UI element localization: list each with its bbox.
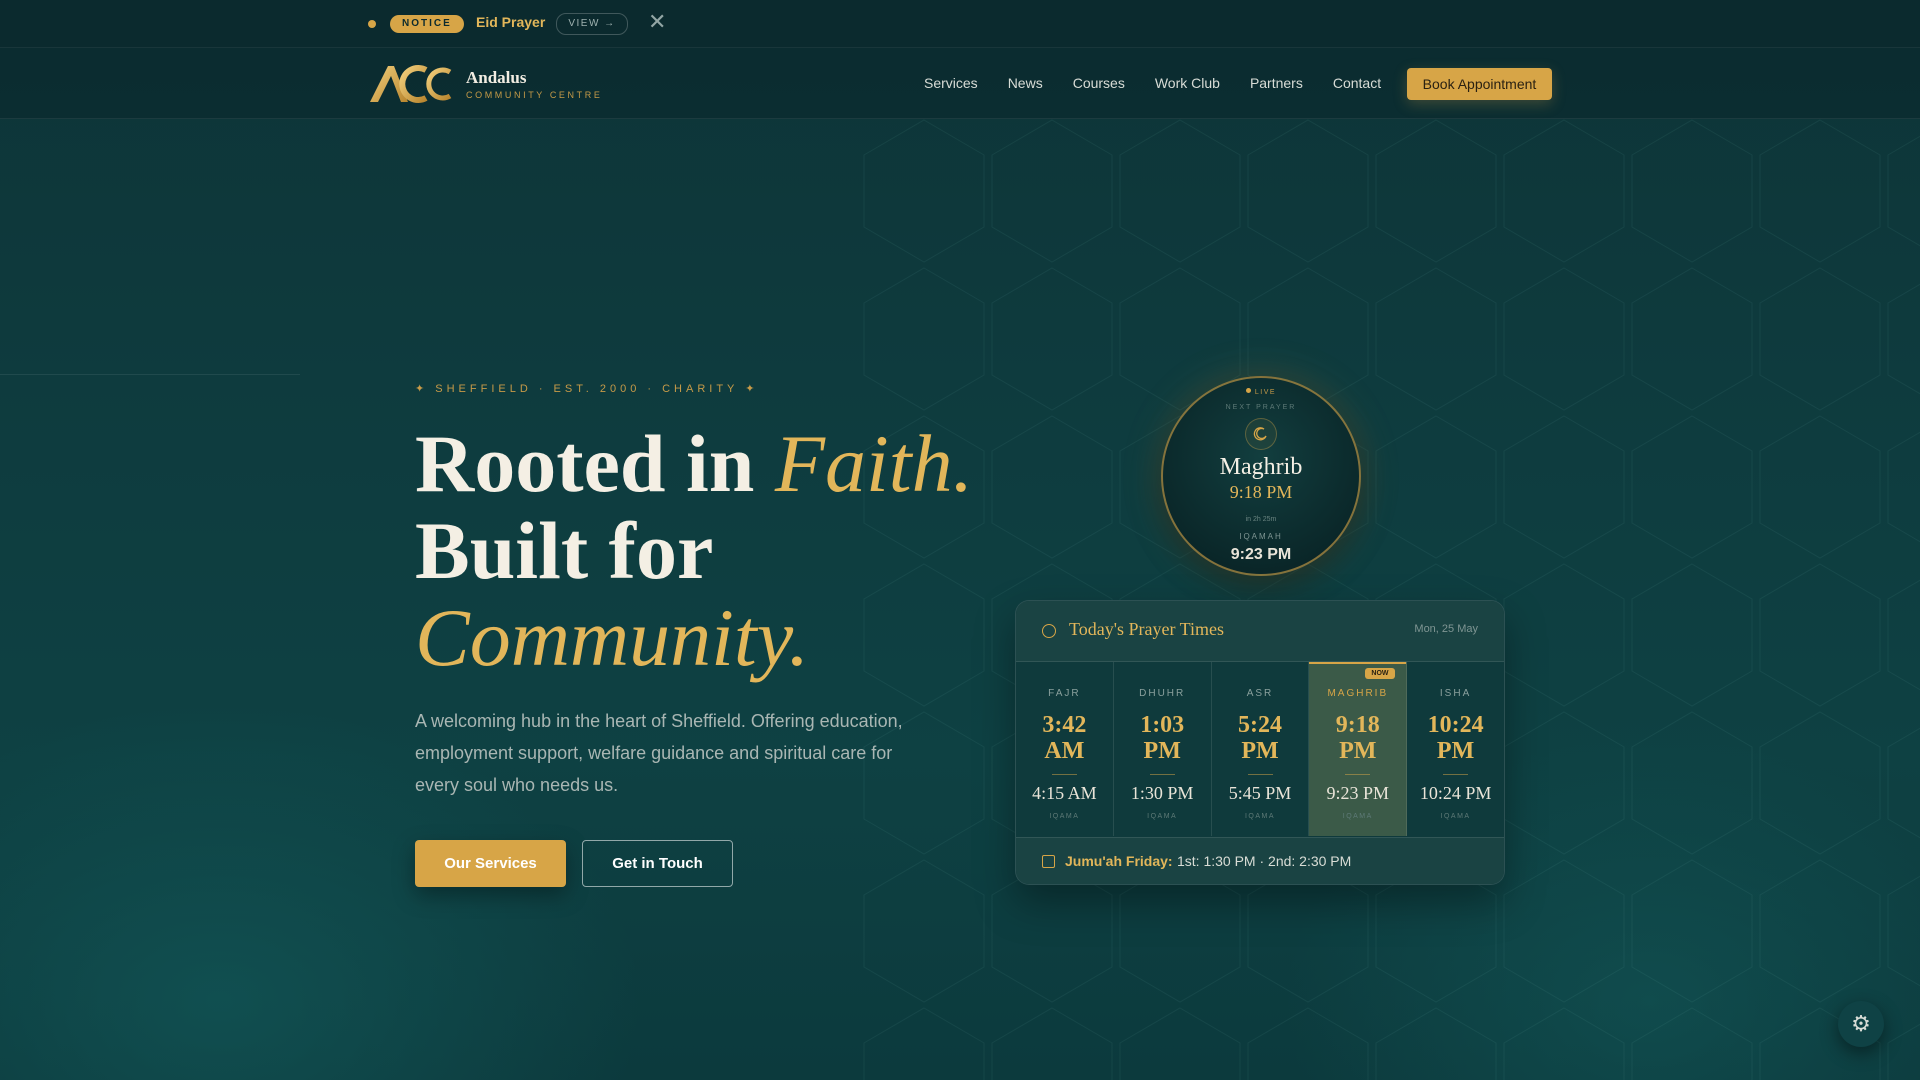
hero-title-line2: Built for [415, 505, 714, 596]
decorative-line [0, 374, 300, 375]
next-prayer-time: 9:18 PM [1229, 482, 1293, 502]
iqama-label: IQAMA [1244, 813, 1276, 820]
hero-title-community: Community. [415, 592, 810, 683]
prayer-times-card: Today's Prayer Times Mon, 25 May FAJR 3:… [1015, 600, 1505, 885]
next-prayer-label: NEXT PRAYER [1225, 404, 1297, 411]
prayer-name: ASR [1246, 688, 1274, 699]
prayer-name: MAGHRIB [1327, 688, 1389, 699]
nav-item-partners[interactable]: Partners [1250, 75, 1303, 91]
prayer-time-period: PM [1339, 738, 1377, 764]
prayer-time-period: PM [1436, 738, 1475, 764]
iqama-label: IQAMA [1440, 813, 1471, 820]
now-badge: NOW [1365, 668, 1395, 679]
iqama-time: 1:30 PM [1130, 783, 1194, 803]
calendar-icon [1042, 855, 1055, 868]
iqama-label: IQAMA [1049, 813, 1080, 820]
iqama-time: 9:23 PM [1326, 783, 1390, 803]
nav-item-courses[interactable]: Courses [1073, 75, 1125, 91]
prayer-name: ISHA [1439, 688, 1472, 699]
iqamah-label: IQAMAH [1239, 532, 1283, 541]
hexagon-pattern [860, 118, 1920, 1080]
iqama-time: 10:24 PM [1419, 783, 1492, 803]
prayer-columns: FAJR 3:42 AM 4:15 AM IQAMA DHUHR 1:03 PM 1… [1016, 662, 1504, 836]
notice-dot [368, 20, 376, 28]
brand-subtitle: COMMUNITY CENTRE [466, 90, 603, 100]
prayer-column-fajr: FAJR 3:42 AM 4:15 AM IQAMA [1016, 662, 1114, 836]
next-prayer-widget: LIVE NEXT PRAYER Maghrib 9:18 PM in 2h 2… [1161, 376, 1361, 576]
prayer-time-value: 1:03 [1140, 712, 1185, 738]
iqama-label: IQAMA [1342, 813, 1373, 820]
main-nav: Services News Courses Work Club Partners… [924, 48, 1381, 118]
notice-bar: NOTICE Eid Prayer VIEW → ✕ [0, 0, 1920, 48]
hero-title-line1: Rooted in [415, 418, 775, 509]
jumuah-times: 1st: 1:30 PM · 2nd: 2:30 PM [1177, 853, 1352, 869]
close-icon[interactable]: ✕ [648, 9, 666, 35]
divider [1052, 774, 1077, 775]
live-dot [1245, 388, 1251, 393]
book-appointment-button[interactable]: Book Appointment [1407, 68, 1552, 100]
notice-badge: NOTICE [390, 15, 464, 33]
hero-description: A welcoming hub in the heart of Sheffiel… [415, 711, 903, 795]
nav-item-services[interactable]: Services [924, 75, 978, 91]
hero-title-faith: Faith. [774, 418, 974, 509]
iqama-time: 4:15 AM [1032, 783, 1097, 803]
prayer-time-period: AM [1044, 738, 1085, 764]
prayer-card-title: Today's Prayer Times [1069, 619, 1224, 639]
next-prayer-name: Maghrib [1219, 454, 1303, 480]
site-header: Andalus COMMUNITY CENTRE Services News C… [0, 48, 1920, 119]
brand-name: Andalus [466, 68, 527, 87]
prayer-card-header: Today's Prayer Times Mon, 25 May [1016, 601, 1504, 662]
prayer-time: 10:24 PM [1407, 712, 1504, 764]
prayer-time-value: 9:18 [1335, 712, 1380, 738]
logo[interactable] [368, 62, 454, 106]
hero-title: Rooted in Faith. Built for Community. [415, 420, 973, 681]
prayer-time-period: PM [1241, 738, 1279, 764]
divider [1149, 774, 1175, 775]
prayer-time: 5:24 PM [1212, 712, 1309, 764]
nav-item-work-club[interactable]: Work Club [1155, 75, 1220, 91]
prayer-column-maghrib: NOW MAGHRIB 9:18 PM 9:23 PM IQAMA [1309, 662, 1408, 836]
prayer-time: 3:42 AM [1016, 712, 1113, 764]
notice-view-button[interactable]: VIEW → [556, 13, 628, 35]
prayer-name: DHUHR [1139, 688, 1186, 699]
live-label: LIVE [1254, 389, 1277, 396]
prayer-time-period: PM [1143, 738, 1181, 764]
live-indicator: LIVE [1163, 388, 1359, 396]
prayer-time: 9:18 PM [1309, 712, 1406, 764]
divider [1345, 774, 1371, 775]
gear-icon[interactable]: ⚙ [1838, 1001, 1884, 1047]
next-prayer-countdown: in 2h 25m [1245, 516, 1277, 523]
iqama-time: 5:45 PM [1228, 783, 1292, 803]
notice-title: Eid Prayer [476, 14, 546, 30]
prayer-column-asr: ASR 5:24 PM 5:45 PM IQAMA [1212, 662, 1310, 836]
prayer-time-value: 3:42 [1042, 712, 1087, 738]
prayer-time-value: 5:24 [1237, 712, 1282, 738]
prayer-card-date: Mon, 25 May [1414, 623, 1478, 635]
prayer-column-dhuhr: DHUHR 1:03 PM 1:30 PM IQAMA [1114, 662, 1212, 836]
iqama-label: IQAMA [1147, 813, 1178, 820]
prayer-name: FAJR [1048, 688, 1081, 699]
prayer-time: 1:03 PM [1114, 712, 1211, 764]
nav-item-news[interactable]: News [1008, 75, 1043, 91]
prayer-column-isha: ISHA 10:24 PM 10:24 PM IQAMA [1407, 662, 1504, 836]
jumuah-label: Jumu'ah Friday: [1065, 853, 1173, 869]
clock-icon [1042, 624, 1056, 638]
divider [1443, 774, 1469, 775]
nav-item-contact[interactable]: Contact [1333, 75, 1381, 91]
get-in-touch-button[interactable]: Get in Touch [582, 840, 733, 887]
moon-icon [1245, 418, 1277, 450]
prayer-time-value: 10:24 [1427, 712, 1484, 738]
hero-kicker: ✦ SHEFFIELD · EST. 2000 · CHARITY ✦ [415, 383, 759, 395]
our-services-button[interactable]: Our Services [415, 840, 566, 887]
iqamah-time: 9:23 PM [1230, 546, 1292, 563]
jumuah-footer: Jumu'ah Friday: 1st: 1:30 PM · 2nd: 2:30… [1016, 837, 1504, 884]
divider [1247, 774, 1273, 775]
